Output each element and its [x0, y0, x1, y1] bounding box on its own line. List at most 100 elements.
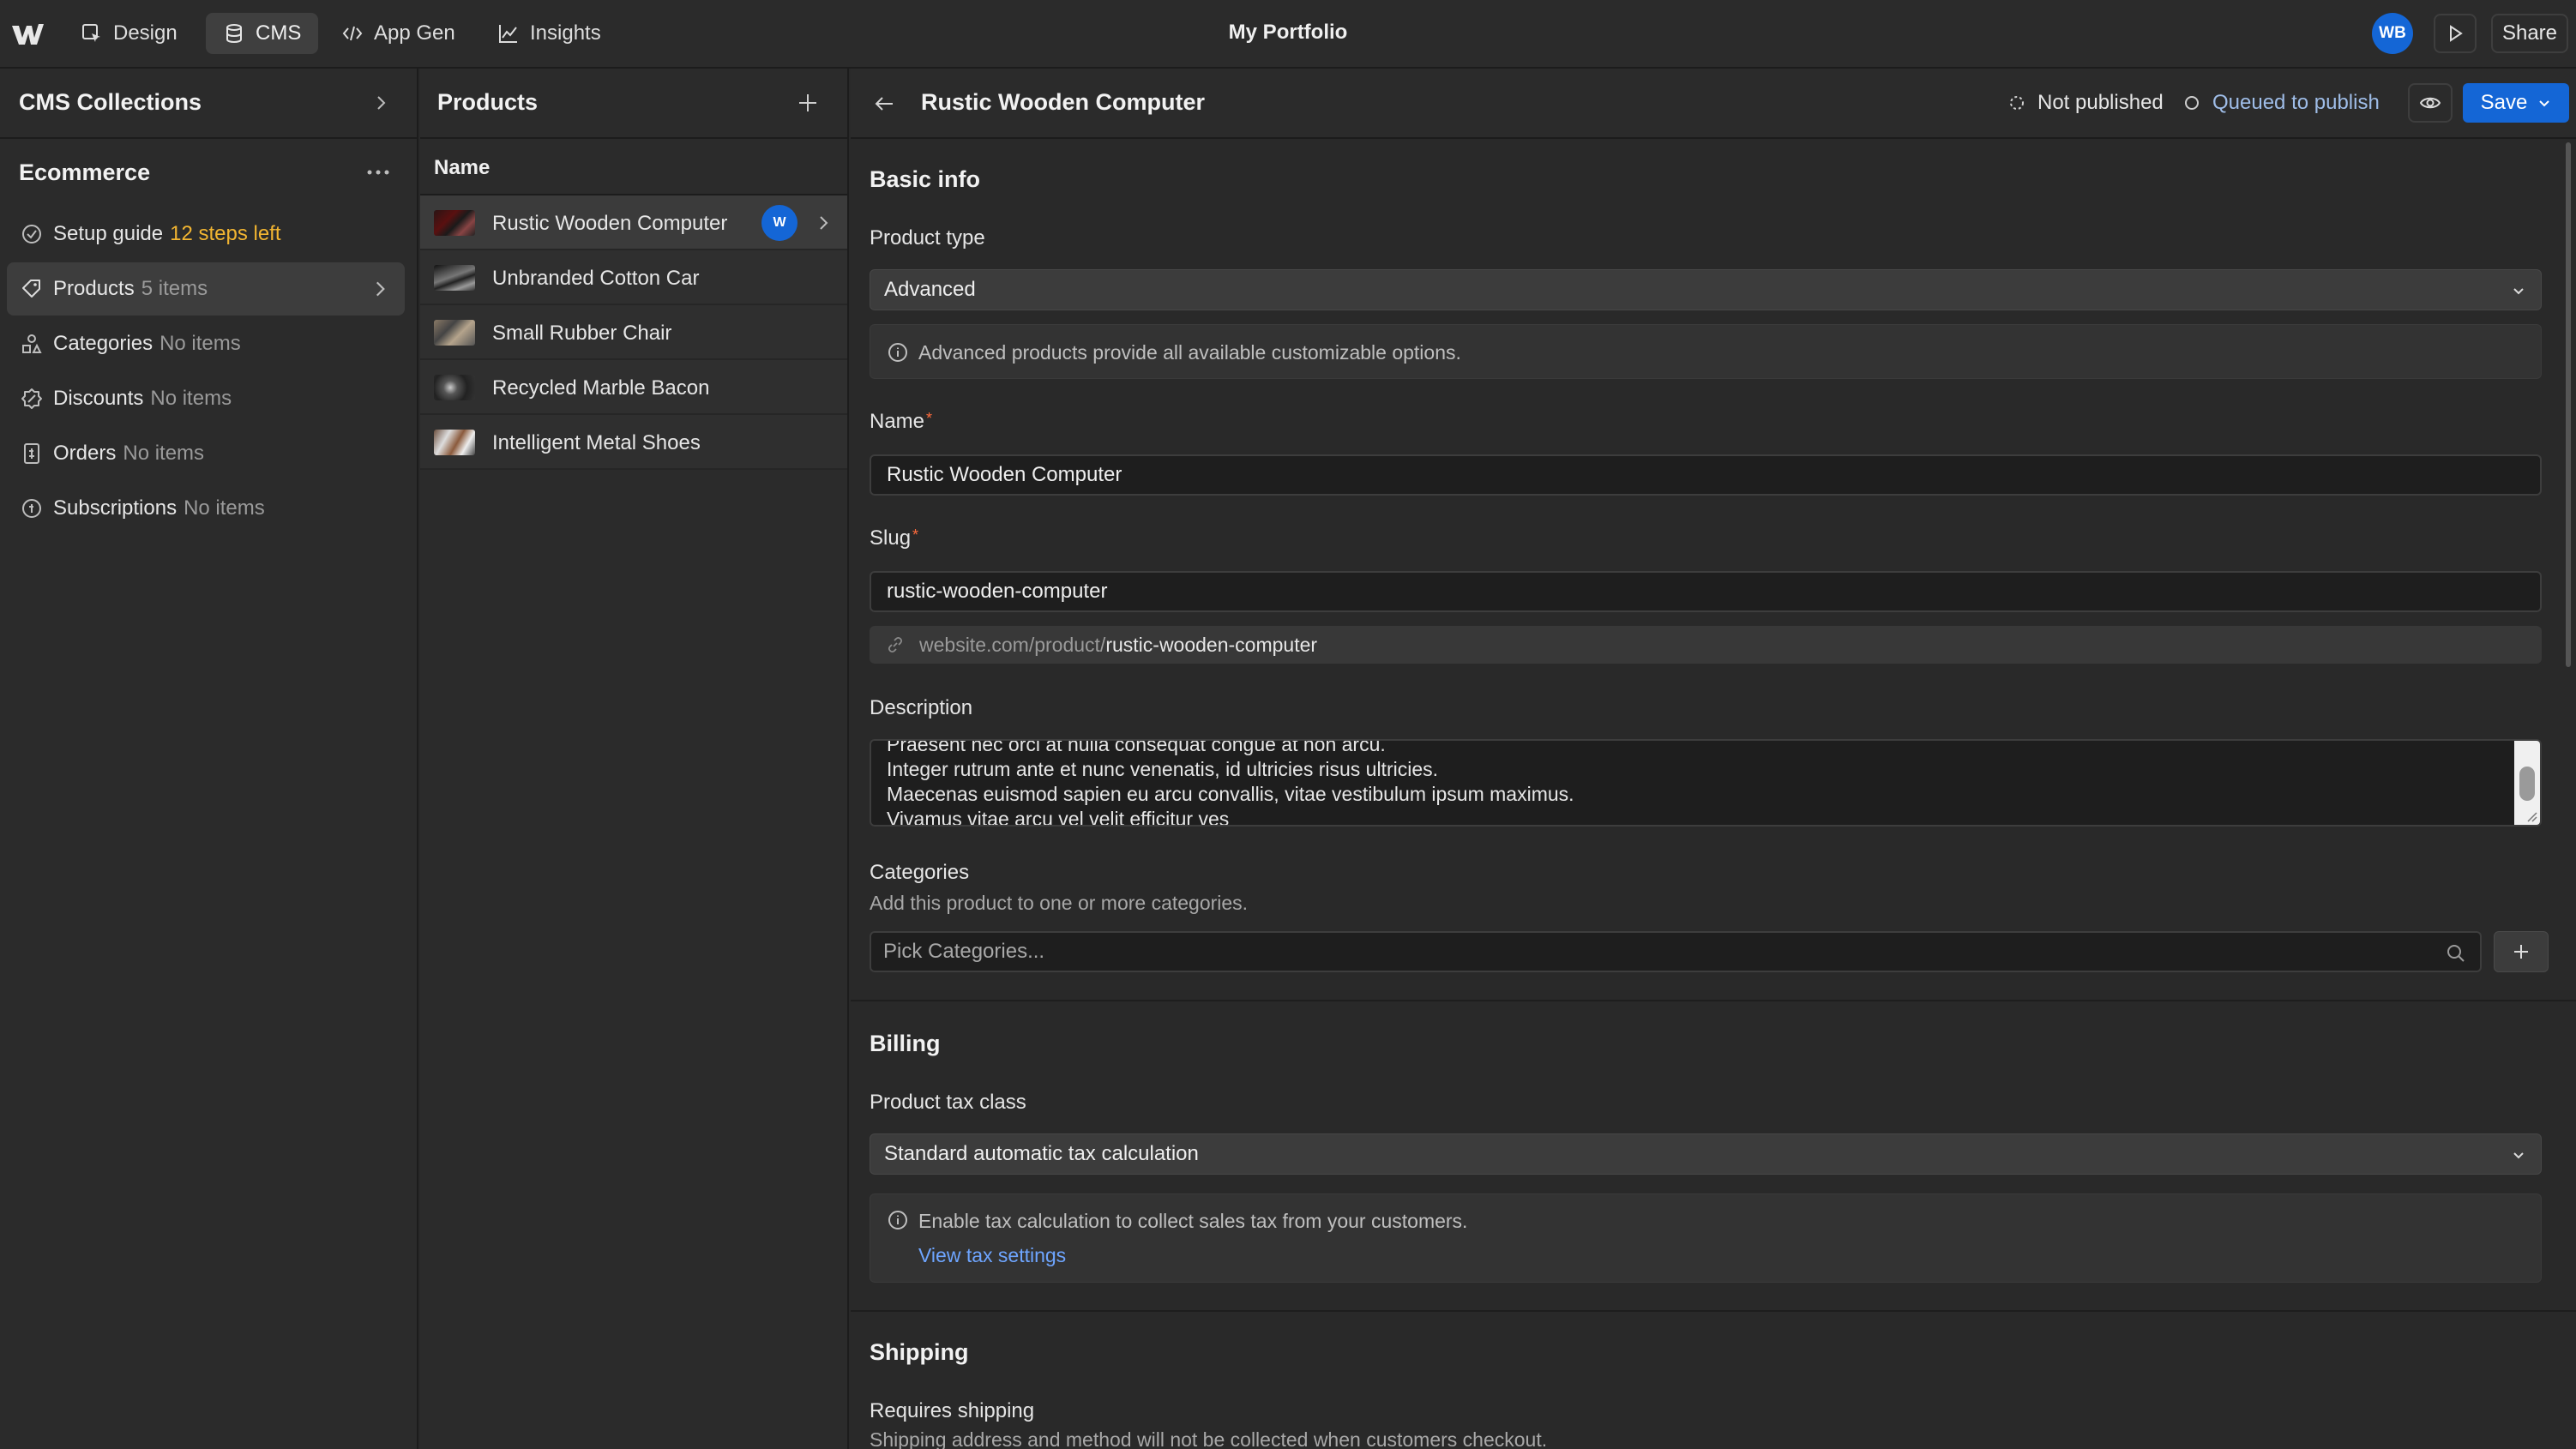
- product-name: Rustic Wooden Computer: [492, 212, 728, 235]
- categories-search-input[interactable]: Pick Categories...: [870, 931, 2482, 972]
- resize-handle-icon[interactable]: [2525, 809, 2538, 823]
- add-product-icon[interactable]: [796, 91, 820, 115]
- design-cursor-icon: [82, 24, 100, 42]
- tab-cms-label: CMS: [256, 21, 302, 45]
- product-row[interactable]: Intelligent Metal Shoes: [420, 415, 847, 470]
- tab-design[interactable]: Design: [63, 13, 195, 54]
- chevron-down-icon: [2539, 100, 2550, 107]
- products-list-panel: Products Name Rustic Wooden Computer W U…: [420, 69, 849, 1449]
- database-icon: [226, 24, 242, 44]
- tab-app-gen[interactable]: App Gen: [324, 13, 472, 54]
- editor-scrollbar[interactable]: [2566, 142, 2571, 667]
- sidebar-item-subscriptions[interactable]: Subscriptions No items: [7, 482, 405, 535]
- tab-design-label: Design: [113, 21, 178, 45]
- description-label: Description: [870, 696, 973, 719]
- product-row[interactable]: Small Rubber Chair: [420, 305, 847, 360]
- tax-info-text: Enable tax calculation to collect sales …: [918, 1210, 1468, 1232]
- tax-class-label: Product tax class: [870, 1091, 1026, 1114]
- slug-input[interactable]: rustic-wooden-computer: [870, 571, 2542, 612]
- info-icon: [888, 343, 907, 362]
- sidebar-item-meta: 12 steps left: [170, 222, 281, 245]
- url-slug: rustic-wooden-computer: [1105, 633, 1318, 656]
- status-queued-label: Queued to publish: [2212, 91, 2380, 114]
- shapes-icon: [22, 334, 42, 353]
- section-heading-shipping: Shipping: [870, 1339, 969, 1365]
- description-line: Praesent nec orci at nulla consequat con…: [887, 739, 1386, 755]
- name-label-text: Name: [870, 410, 925, 433]
- chevron-right-icon: [376, 281, 385, 297]
- receipt-icon: [24, 443, 39, 464]
- subscription-icon: [22, 499, 41, 518]
- product-thumbnail: [434, 210, 475, 236]
- product-type-select[interactable]: Advanced: [870, 269, 2542, 310]
- back-arrow-icon[interactable]: [871, 91, 897, 117]
- cms-collections-sidebar: CMS Collections Ecommerce Setup guide 12…: [0, 69, 418, 1449]
- sidebar-item-orders[interactable]: Orders No items: [7, 427, 405, 480]
- requires-shipping-help: Shipping address and method will not be …: [870, 1428, 1548, 1449]
- tax-class-value: Standard automatic tax calculation: [884, 1142, 1199, 1165]
- chevron-right-icon: [820, 216, 828, 230]
- top-bar: Design CMS App Gen Insights My Portfolio…: [0, 0, 2576, 69]
- name-input[interactable]: Rustic Wooden Computer: [870, 454, 2542, 496]
- sidebar-title: CMS Collections: [19, 89, 202, 115]
- column-header-name[interactable]: Name: [420, 141, 847, 195]
- name-label: Name *: [870, 410, 932, 434]
- check-circle-icon: [22, 225, 41, 244]
- products-header: Products: [420, 69, 847, 139]
- description-textarea[interactable]: Praesent nec orci at nulla consequat con…: [870, 739, 2542, 827]
- requires-shipping-label: Requires shipping: [870, 1399, 1035, 1422]
- preview-play-button[interactable]: [2434, 14, 2477, 53]
- sidebar-item-label: Products: [53, 277, 135, 300]
- search-icon: [2447, 945, 2465, 962]
- sidebar-item-label: Orders: [53, 442, 117, 465]
- tax-class-select[interactable]: Standard automatic tax calculation: [870, 1133, 2542, 1175]
- section-divider: [851, 1000, 2576, 1001]
- dashed-circle-icon: [2010, 96, 2024, 110]
- product-editor: Rustic Wooden Computer Not published Que…: [851, 69, 2576, 1449]
- slug-label-text: Slug: [870, 526, 912, 550]
- product-name: Unbranded Cotton Car: [492, 267, 700, 290]
- sidebar-item-setup-guide[interactable]: Setup guide 12 steps left: [7, 207, 405, 261]
- view-tax-settings-link[interactable]: View tax settings: [918, 1244, 1066, 1267]
- description-scroll-thumb[interactable]: [2519, 767, 2535, 801]
- sidebar-item-label: Setup guide: [53, 222, 164, 245]
- more-options-icon[interactable]: [365, 166, 391, 178]
- chevron-right-icon[interactable]: [370, 93, 391, 113]
- description-line: Vivamus vitae arcu vel velit efficitur v…: [887, 808, 1230, 827]
- products-title: Products: [437, 89, 539, 115]
- code-icon: [342, 26, 363, 41]
- save-button-label: Save: [2480, 91, 2528, 114]
- slug-label: Slug *: [870, 526, 918, 550]
- preview-eye-button[interactable]: [2408, 83, 2453, 123]
- discount-badge-icon: [21, 388, 42, 409]
- product-type-value: Advanced: [884, 278, 976, 301]
- tab-cms[interactable]: CMS: [206, 13, 319, 54]
- editor-header: Rustic Wooden Computer Not published Que…: [851, 69, 2576, 139]
- link-icon: [888, 636, 903, 653]
- product-name: Small Rubber Chair: [492, 322, 672, 345]
- sidebar-item-label: Categories: [53, 332, 153, 355]
- product-row[interactable]: Unbranded Cotton Car: [420, 250, 847, 305]
- product-row[interactable]: Recycled Marble Bacon: [420, 360, 847, 415]
- categories-label: Categories: [870, 861, 970, 884]
- product-type-info: Advanced products provide all available …: [870, 324, 2542, 379]
- sidebar-item-label: Discounts: [53, 387, 144, 410]
- sidebar-item-categories[interactable]: Categories No items: [7, 317, 405, 370]
- save-button[interactable]: Save: [2463, 83, 2569, 123]
- eye-icon: [2419, 97, 2441, 109]
- status-not-published: Not published: [2008, 91, 2164, 115]
- circle-outline-icon: [2185, 96, 2199, 110]
- webflow-logo-icon[interactable]: [10, 19, 45, 50]
- tab-insights[interactable]: Insights: [480, 13, 618, 54]
- sidebar-header: CMS Collections: [0, 69, 417, 139]
- sidebar-item-products[interactable]: Products 5 items: [7, 262, 405, 316]
- product-name: Recycled Marble Bacon: [492, 376, 710, 400]
- add-category-button[interactable]: [2494, 931, 2549, 972]
- tab-insights-label: Insights: [530, 21, 601, 45]
- share-button[interactable]: Share: [2491, 14, 2568, 53]
- sidebar-item-discounts[interactable]: Discounts No items: [7, 372, 405, 425]
- sidebar-item-meta: No items: [159, 332, 241, 355]
- tab-app-gen-label: App Gen: [374, 21, 455, 45]
- product-row[interactable]: Rustic Wooden Computer W: [420, 195, 847, 250]
- user-avatar[interactable]: WB: [2372, 13, 2413, 54]
